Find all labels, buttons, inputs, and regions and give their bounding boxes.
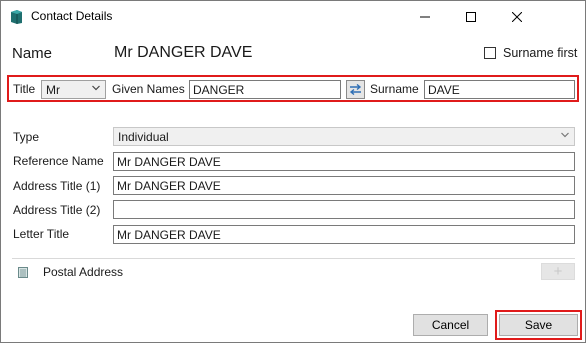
type-select-value: Individual <box>118 130 169 144</box>
letter-title-input[interactable]: Mr DANGER DAVE <box>113 225 575 244</box>
address-title-1-input[interactable]: Mr DANGER DAVE <box>113 176 575 195</box>
section-divider <box>12 258 575 259</box>
minimize-button[interactable] <box>402 1 448 32</box>
surname-first-checkbox[interactable] <box>484 47 496 59</box>
name-value: Mr DANGER DAVE <box>114 44 253 61</box>
minimize-icon <box>420 16 430 17</box>
chevron-down-icon <box>561 132 569 138</box>
name-label: Name <box>12 45 53 62</box>
title-select[interactable]: Mr <box>41 80 106 99</box>
surname-input[interactable]: DAVE <box>424 80 575 99</box>
postal-address-label: Postal Address <box>43 265 124 279</box>
title-label: Title <box>13 82 36 96</box>
surname-first-label[interactable]: Surname first <box>503 46 577 60</box>
plus-icon: + <box>553 263 563 280</box>
swap-names-button[interactable] <box>346 80 365 99</box>
swap-arrows-icon <box>349 84 362 95</box>
address-title-1-label: Address Title (1) <box>13 179 101 193</box>
contact-details-window: Contact Details Name Mr DANGER DAVE Surn… <box>0 0 586 343</box>
app-icon <box>11 10 22 24</box>
title-bar[interactable]: Contact Details <box>1 1 585 32</box>
add-address-button[interactable]: + <box>541 263 575 280</box>
close-icon <box>512 11 522 22</box>
surname-label: Surname <box>370 82 419 96</box>
reference-name-input[interactable]: Mr DANGER DAVE <box>113 152 575 171</box>
title-select-value: Mr <box>46 83 60 97</box>
chevron-down-icon <box>92 85 100 91</box>
address-title-2-label: Address Title (2) <box>13 203 101 217</box>
address-title-2-input[interactable] <box>113 200 575 219</box>
given-names-label: Given Names <box>112 82 185 96</box>
maximize-icon <box>466 11 476 22</box>
building-icon <box>18 267 28 278</box>
window-title: Contact Details <box>31 9 113 23</box>
reference-name-label: Reference Name <box>13 154 104 168</box>
close-button[interactable] <box>494 1 540 32</box>
type-select[interactable]: Individual <box>113 127 575 146</box>
save-button[interactable]: Save <box>499 314 578 336</box>
maximize-button[interactable] <box>448 1 494 32</box>
letter-title-label: Letter Title <box>13 227 70 241</box>
type-label: Type <box>13 130 40 144</box>
given-names-input[interactable]: DANGER <box>189 80 341 99</box>
cancel-button[interactable]: Cancel <box>413 314 488 336</box>
